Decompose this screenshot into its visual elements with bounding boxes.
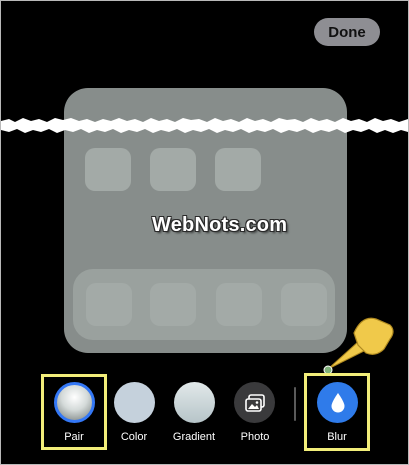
watermark-text: WebNots.com (152, 214, 288, 236)
color-swatch-icon (114, 382, 155, 423)
pair-swatch-icon (54, 382, 95, 423)
wallpaper-editor-screen: Done WebNots.com Pair Color Gradient Pho… (0, 0, 409, 465)
blur-button-circle (317, 382, 358, 423)
torn-edge-divider (1, 118, 408, 133)
dock (73, 269, 335, 340)
dock-icon-placeholder (150, 283, 196, 326)
photo-icon (234, 382, 275, 423)
option-label: Blur (327, 431, 347, 443)
option-label: Gradient (172, 431, 216, 443)
water-drop-icon (331, 392, 344, 412)
app-icon-placeholder (150, 148, 196, 191)
app-icon-placeholder (215, 148, 261, 191)
toolbar-divider (294, 387, 296, 421)
option-label: Photo (240, 431, 270, 443)
dock-icon-placeholder (216, 283, 262, 326)
gradient-swatch-icon (174, 382, 215, 423)
app-icon-placeholder (85, 148, 131, 191)
done-button[interactable]: Done (314, 18, 380, 46)
dock-icon-placeholder (86, 283, 132, 326)
pointing-hand-icon (323, 317, 394, 375)
